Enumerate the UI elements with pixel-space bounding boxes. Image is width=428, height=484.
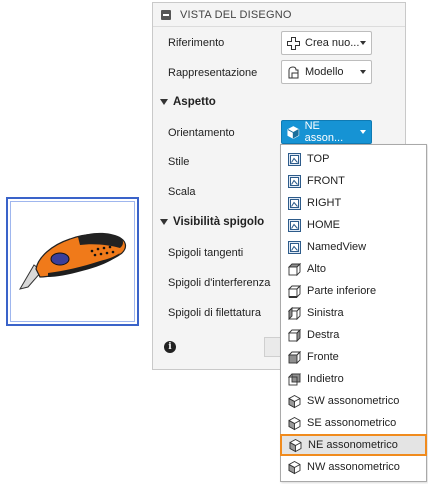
orientamento-option[interactable]: HOME xyxy=(281,214,426,236)
orientamento-option[interactable]: Sinistra xyxy=(281,302,426,324)
named-view-icon xyxy=(288,218,301,232)
aspetto-section-header[interactable]: Aspetto xyxy=(160,96,216,108)
iso-cube-icon xyxy=(289,438,302,452)
utility-knife-image xyxy=(18,232,127,290)
iso-cube-icon xyxy=(288,394,301,408)
orientamento-option[interactable]: Alto xyxy=(281,258,426,280)
option-label: Destra xyxy=(307,329,340,341)
panel-header[interactable]: VISTA DEL DISEGNO xyxy=(153,3,405,27)
option-label: NamedView xyxy=(307,241,367,253)
riferimento-label: Riferimento xyxy=(168,37,225,49)
drawing-thumbnail[interactable] xyxy=(6,197,139,326)
orientamento-option[interactable]: NE assonometrico xyxy=(280,434,427,456)
option-label: Alto xyxy=(307,263,326,275)
chevron-down-icon xyxy=(360,70,366,74)
named-view-icon xyxy=(288,196,301,210)
caret-down-icon xyxy=(160,99,168,105)
orientamento-dropdown[interactable]: NE asson... xyxy=(281,120,372,144)
panel-title: VISTA DEL DISEGNO xyxy=(180,8,292,21)
option-label: HOME xyxy=(307,219,340,231)
cube-left-icon xyxy=(287,306,302,320)
orientamento-option[interactable]: Parte inferiore xyxy=(281,280,426,302)
model-icon xyxy=(288,65,299,78)
spigoli-tangenti-label: Spigoli tangenti xyxy=(168,247,244,259)
orientamento-option[interactable]: Destra xyxy=(281,324,426,346)
cube-top-icon xyxy=(287,262,302,276)
orientamento-value: NE asson... xyxy=(304,120,344,144)
option-label: SE assonometrico xyxy=(307,417,397,429)
orientamento-options-list: TOP FRONT RIGHT HOME NamedView Alto Parte infe… xyxy=(280,144,427,482)
cube-back-icon xyxy=(287,373,302,385)
rappresentazione-label: Rappresentazione xyxy=(168,67,258,79)
named-view-icon xyxy=(288,240,301,254)
visibilita-section-header[interactable]: Visibilità spigolo xyxy=(160,216,264,228)
named-view-icon xyxy=(288,174,301,188)
orientamento-option[interactable]: NamedView xyxy=(281,236,426,258)
iso-cube-icon xyxy=(288,460,301,474)
info-icon[interactable]: i xyxy=(164,341,176,353)
riferimento-value: Crea nuo... xyxy=(305,37,360,49)
option-label: NE assonometrico xyxy=(308,439,398,451)
chevron-down-icon xyxy=(360,41,366,45)
aspetto-section-label: Aspetto xyxy=(173,96,216,108)
named-view-icon xyxy=(288,152,301,166)
caret-down-icon xyxy=(160,219,168,225)
orientamento-option[interactable]: SE assonometrico xyxy=(281,412,426,434)
cube-front-icon xyxy=(287,350,302,364)
riferimento-dropdown[interactable]: Crea nuo... xyxy=(281,31,372,55)
iso-cube-icon xyxy=(288,416,301,430)
collapse-icon[interactable] xyxy=(161,9,171,20)
option-label: FRONT xyxy=(307,175,345,187)
scala-label: Scala xyxy=(168,186,196,198)
rappresentazione-dropdown[interactable]: Modello xyxy=(281,60,372,84)
option-label: Fronte xyxy=(307,351,339,363)
chevron-down-icon xyxy=(360,130,366,134)
cube-right-icon xyxy=(287,328,302,342)
option-label: NW assonometrico xyxy=(307,461,400,473)
orientamento-option[interactable]: NW assonometrico xyxy=(281,456,426,478)
option-label: Indietro xyxy=(307,373,344,385)
plus-icon xyxy=(287,36,300,50)
visibilita-section-label: Visibilità spigolo xyxy=(173,216,265,228)
orientamento-option[interactable]: TOP xyxy=(281,148,426,170)
orientamento-label: Orientamento xyxy=(168,127,235,139)
option-label: SW assonometrico xyxy=(307,395,400,407)
spigoli-interferenza-label: Spigoli d'interferenza xyxy=(168,277,271,289)
cube-bottom-icon xyxy=(287,284,302,298)
orientamento-option[interactable]: RIGHT xyxy=(281,192,426,214)
orientamento-option[interactable]: Fronte xyxy=(281,346,426,368)
rappresentazione-value: Modello xyxy=(305,66,344,78)
option-label: RIGHT xyxy=(307,197,342,209)
orientamento-option[interactable]: FRONT xyxy=(281,170,426,192)
spigoli-filettatura-label: Spigoli di filettatura xyxy=(168,307,261,319)
option-label: Sinistra xyxy=(307,307,344,319)
option-label: TOP xyxy=(307,153,330,165)
stile-label: Stile xyxy=(168,156,190,168)
option-label: Parte inferiore xyxy=(307,285,377,297)
orientamento-option[interactable]: Indietro xyxy=(281,368,426,390)
orientamento-option[interactable]: SW assonometrico xyxy=(281,390,426,412)
iso-cube-icon xyxy=(287,125,300,139)
